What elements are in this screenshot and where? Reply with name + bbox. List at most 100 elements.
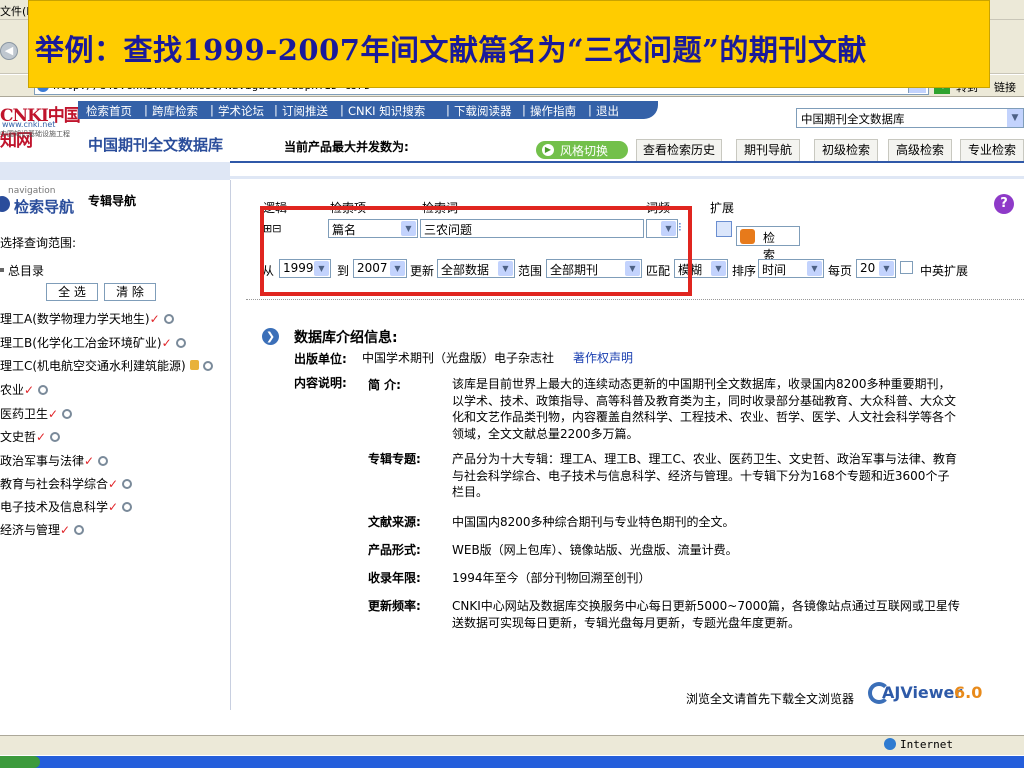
subject-item[interactable]: 文史哲✓ bbox=[0, 428, 61, 445]
cn-en-expand-checkbox[interactable] bbox=[900, 261, 913, 274]
globe-icon bbox=[884, 738, 896, 750]
tab-advanced-search[interactable]: 高级检索 bbox=[888, 139, 952, 161]
taskbar bbox=[0, 756, 1024, 768]
years-label: 收录年限: bbox=[368, 571, 421, 585]
ajviewer-logo[interactable]: AJViewer 6.0 bbox=[868, 680, 1008, 706]
expand-icon[interactable] bbox=[716, 221, 732, 237]
nav-cross-search[interactable]: 跨库检索 bbox=[152, 103, 198, 119]
highlight-box bbox=[260, 206, 692, 296]
database-select-value: 中国期刊全文数据库 bbox=[801, 112, 905, 126]
intro-text: 该库是目前世界上最大的连续动态更新的中国期刊全文数据库，收录国内8200多种重要… bbox=[452, 377, 957, 441]
nav-forum[interactable]: 学术论坛 bbox=[218, 103, 264, 119]
nav-download-reader[interactable]: 下载阅读器 bbox=[454, 103, 512, 119]
checkmark-icon: ✓ bbox=[84, 454, 95, 468]
tab-expert-search[interactable]: 专业检索 bbox=[960, 139, 1024, 161]
subject-item[interactable]: 农业✓ bbox=[0, 381, 49, 398]
subject-item[interactable]: 政治军事与法律✓ bbox=[0, 452, 109, 469]
search-button[interactable]: 检 索 bbox=[736, 226, 800, 262]
browser-statusbar bbox=[0, 735, 1024, 755]
navigation-title: navigation 检索导航 专辑导航 bbox=[0, 186, 230, 216]
special-label: 专辑专题: bbox=[368, 452, 421, 466]
select-all-button[interactable]: 全 选 bbox=[46, 283, 98, 301]
magnifier-icon[interactable] bbox=[122, 479, 133, 489]
per-page-label: 每页 bbox=[828, 264, 853, 278]
sort-select[interactable]: 时间 ▼ bbox=[758, 259, 824, 278]
tab-basic-search[interactable]: 初级检索 bbox=[814, 139, 878, 161]
tab-search-history[interactable]: 查看检索历史 bbox=[636, 139, 722, 161]
subject-item[interactable]: 电子技术及信息科学✓ bbox=[0, 498, 133, 515]
magnifier-icon[interactable] bbox=[38, 385, 49, 395]
magnifier-icon[interactable] bbox=[175, 338, 186, 348]
subject-label: 医药卫生 bbox=[0, 407, 49, 421]
ajviewer-name: AJViewer bbox=[882, 683, 963, 702]
nav-sep: | bbox=[588, 103, 592, 117]
publisher-label: 出版单位: bbox=[294, 352, 347, 366]
nav-knowledge-search[interactable]: CNKI 知识搜索 bbox=[348, 103, 425, 119]
subject-label: 理工C(机电航空交通水利建筑能源) bbox=[0, 359, 186, 373]
frequency-text: CNKI中心网站及数据库交换服务中心每日更新5000~7000篇，各镜像站点通过… bbox=[452, 599, 960, 630]
subject-label: 电子技术及信息科学 bbox=[0, 500, 109, 514]
subject-item[interactable]: 经济与管理✓ bbox=[0, 521, 85, 538]
magnifier-icon[interactable] bbox=[50, 432, 61, 442]
search-icon bbox=[740, 229, 755, 244]
subject-label: 农业 bbox=[0, 383, 25, 397]
nav-home[interactable]: 检索首页 bbox=[86, 103, 132, 119]
checkmark-icon: ✓ bbox=[108, 477, 119, 491]
logo-subtitle: 中国知识基础设施工程 bbox=[0, 130, 70, 138]
subject-item[interactable]: 理工B(化学化工冶金环境矿业)✓ bbox=[0, 334, 186, 351]
nav-sep: | bbox=[522, 103, 526, 117]
subject-label: 理工B(化学化工冶金环境矿业) bbox=[0, 336, 162, 350]
checkmark-icon: ✓ bbox=[60, 523, 71, 537]
style-switch-label: 风格切换 bbox=[560, 144, 609, 158]
nav-logout[interactable]: 退出 bbox=[596, 103, 619, 119]
lock-icon bbox=[189, 360, 199, 370]
checkmark-icon: ✓ bbox=[149, 312, 160, 326]
subject-label: 文史哲 bbox=[0, 430, 37, 444]
tree-root[interactable]: 总目录 bbox=[8, 262, 44, 279]
magnifier-icon[interactable] bbox=[62, 409, 73, 419]
tab-special-nav[interactable]: 专辑导航 bbox=[88, 192, 136, 209]
nav-sep: | bbox=[274, 103, 278, 117]
cn-en-expand-label: 中英扩展 bbox=[920, 264, 969, 278]
magnifier-icon[interactable] bbox=[202, 361, 213, 371]
viewer-download-text: 浏览全文请首先下载全文浏览器 bbox=[686, 692, 855, 706]
magnifier-icon[interactable] bbox=[98, 456, 109, 466]
nav-english-label: navigation bbox=[8, 186, 56, 196]
back-icon[interactable]: ◀ bbox=[0, 42, 18, 60]
start-button[interactable] bbox=[0, 756, 40, 768]
magnifier-icon[interactable] bbox=[163, 314, 174, 324]
clear-button[interactable]: 清 除 bbox=[104, 283, 156, 301]
subject-item[interactable]: 医药卫生✓ bbox=[0, 405, 73, 422]
nav-sep: | bbox=[210, 103, 214, 117]
cnki-logo[interactable]: CNKI中国知网 www.cnki.net 中国知识基础设施工程 bbox=[0, 101, 81, 151]
magnifier-icon[interactable] bbox=[74, 525, 85, 535]
subject-item[interactable]: 理工C(机电航空交通水利建筑能源) bbox=[0, 357, 213, 374]
style-switch-button[interactable]: ▶ 风格切换 bbox=[536, 141, 628, 159]
security-zone: Internet bbox=[884, 738, 953, 751]
sort-value: 时间 bbox=[762, 263, 787, 277]
per-page-select[interactable]: 20 ▼ bbox=[856, 259, 896, 278]
tab-journal-nav[interactable]: 期刊导航 bbox=[736, 139, 800, 161]
magnifier-icon[interactable] bbox=[122, 502, 133, 512]
checkmark-icon: ✓ bbox=[108, 500, 119, 514]
database-select[interactable]: 中国期刊全文数据库 ▼ bbox=[796, 108, 1024, 128]
help-icon[interactable]: ? bbox=[994, 194, 1014, 214]
subject-item[interactable]: 教育与社会科学综合✓ bbox=[0, 475, 133, 492]
header-divider-light bbox=[230, 176, 1024, 179]
nav-sep: | bbox=[446, 103, 450, 117]
nav-guide[interactable]: 操作指南 bbox=[530, 103, 576, 119]
info-title: 数据库介绍信息: bbox=[294, 330, 398, 346]
nav-sep: | bbox=[144, 103, 148, 117]
source-label: 文献来源: bbox=[368, 515, 421, 529]
navigation-icon bbox=[0, 196, 10, 212]
copyright-link[interactable]: 著作权声明 bbox=[573, 350, 633, 367]
scope-label: 选择查询范围: bbox=[0, 236, 77, 250]
subject-label: 政治军事与法律 bbox=[0, 454, 85, 468]
links-button[interactable]: 链接 bbox=[994, 79, 1016, 95]
title-banner: 举例：查找1999-2007年间文献篇名为“三农问题”的期刊文献 bbox=[28, 0, 990, 88]
subject-item[interactable]: 理工A(数学物理力学天地生)✓ bbox=[0, 310, 174, 327]
nav-subscribe[interactable]: 订阅推送 bbox=[282, 103, 328, 119]
checkmark-icon: ✓ bbox=[161, 336, 172, 350]
sort-label: 排序 bbox=[732, 264, 757, 278]
subject-label: 理工A(数学物理力学天地生) bbox=[0, 312, 150, 326]
